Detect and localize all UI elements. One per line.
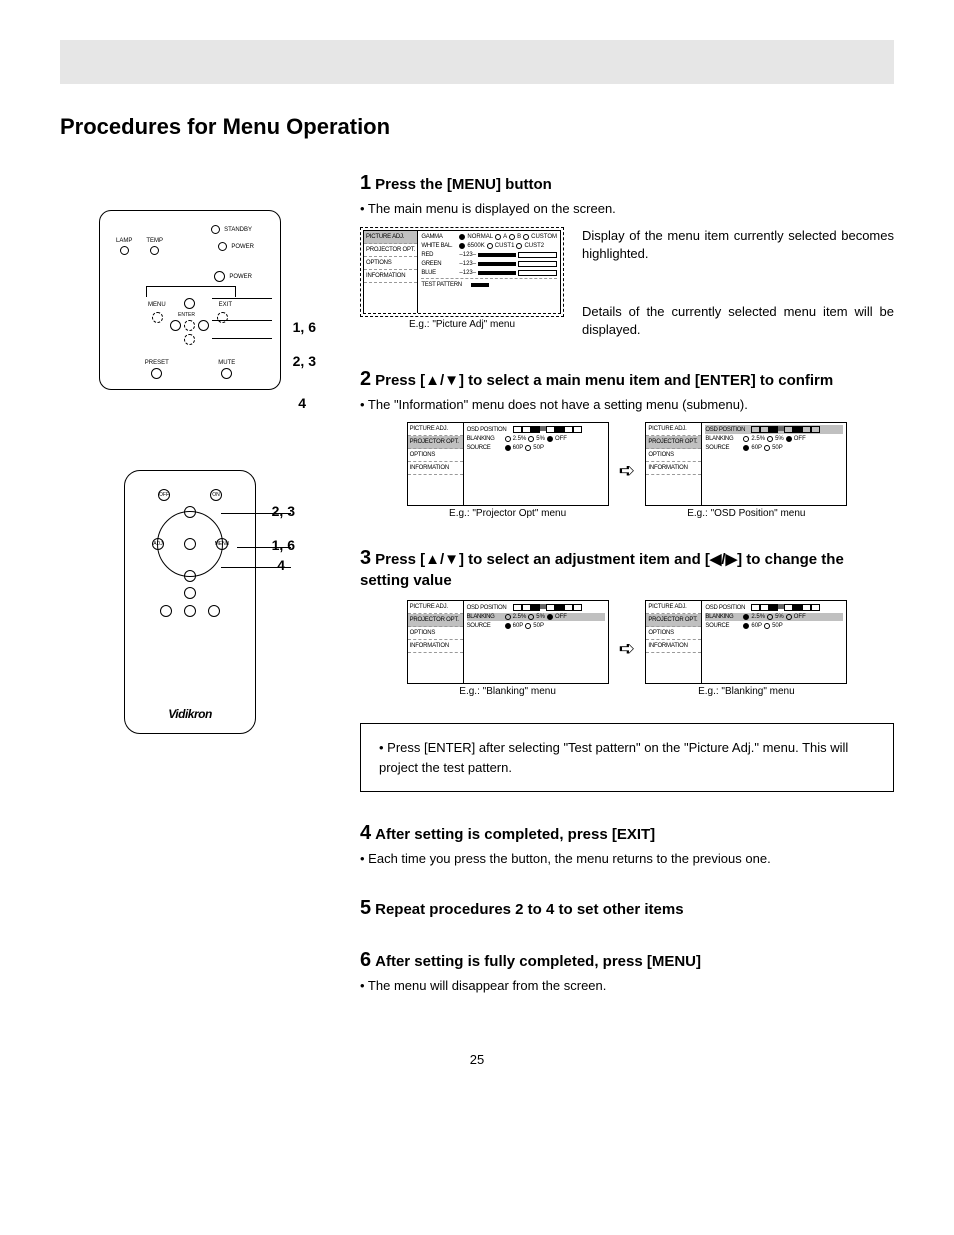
section-title: Procedures for Menu Operation: [60, 114, 894, 140]
step-3: 3Press [▲/▼] to select an adjustment ite…: [360, 545, 894, 697]
page-number: 25: [60, 1052, 894, 1107]
arrow-icon: ➪: [619, 636, 636, 661]
step-1: 1Press the [MENU] button • The main menu…: [360, 170, 894, 340]
step-5: 5Repeat procedures 2 to 4 to set other i…: [360, 895, 894, 921]
step-2: 2Press [▲/▼] to select a main menu item …: [360, 366, 894, 520]
device-diagram: STANDBY LAMP TEMP POWER POWER MENU: [99, 210, 281, 390]
arrow-icon: ➪: [619, 458, 636, 483]
right-column: 1Press the [MENU] button • The main menu…: [360, 170, 894, 1022]
step-4: 4After setting is completed, press [EXIT…: [360, 820, 894, 869]
step-6: 6After setting is fully completed, press…: [360, 947, 894, 996]
note-box: • Press [ENTER] after selecting "Test pa…: [360, 723, 894, 792]
header-bar: [60, 40, 894, 84]
left-column: STANDBY LAMP TEMP POWER POWER MENU: [60, 170, 320, 734]
logo: Vidikron: [125, 707, 255, 721]
remote-diagram: OFF ON ADJ MENU Vidikron 2,: [124, 470, 256, 734]
